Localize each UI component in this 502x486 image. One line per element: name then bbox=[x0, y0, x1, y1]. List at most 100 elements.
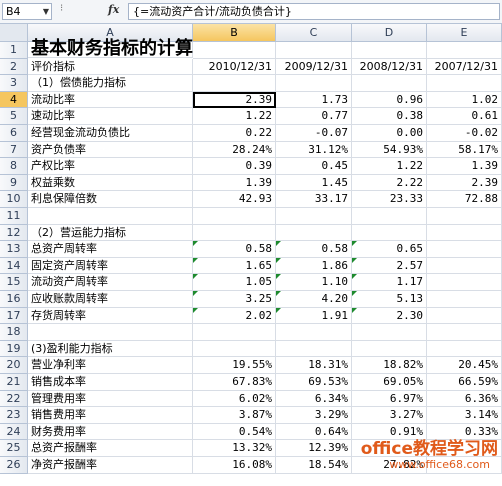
cell-a14[interactable]: 固定资产周转率 bbox=[28, 257, 193, 275]
cell-d11[interactable] bbox=[352, 208, 427, 225]
cell-e11[interactable] bbox=[427, 208, 502, 225]
cell-b3[interactable] bbox=[193, 75, 276, 92]
row-header-10[interactable]: 10 bbox=[0, 191, 28, 208]
cell-e3[interactable] bbox=[427, 75, 502, 92]
cell-a7[interactable]: 资产负债率 bbox=[28, 141, 193, 159]
cell-b6[interactable]: 0.22 bbox=[193, 125, 276, 142]
cell-c18[interactable] bbox=[276, 324, 352, 341]
row-header-8[interactable]: 8 bbox=[0, 158, 28, 175]
cell-a5[interactable]: 速动比率 bbox=[28, 108, 193, 125]
cell-e10[interactable]: 72.88 bbox=[427, 191, 502, 208]
cell-a16[interactable]: 应收账款周转率 bbox=[28, 291, 193, 308]
select-all-corner[interactable] bbox=[0, 24, 28, 42]
cell-e6[interactable]: -0.02 bbox=[427, 125, 502, 142]
cell-c7[interactable]: 31.12% bbox=[276, 141, 352, 159]
row-header-9[interactable]: 9 bbox=[0, 174, 28, 192]
row-header-26[interactable]: 26 bbox=[0, 457, 28, 474]
column-header-b[interactable]: B bbox=[193, 24, 276, 42]
cell-c1[interactable] bbox=[276, 42, 352, 59]
cell-a8[interactable]: 产权比率 bbox=[28, 158, 193, 175]
row-header-19[interactable]: 19 bbox=[0, 340, 28, 358]
cell-b23[interactable]: 3.87% bbox=[193, 407, 276, 424]
cell-c3[interactable] bbox=[276, 75, 352, 92]
column-header-c[interactable]: C bbox=[276, 24, 352, 42]
cell-c4[interactable]: 1.73 bbox=[276, 91, 352, 109]
cell-e17[interactable] bbox=[427, 307, 502, 325]
cell-c22[interactable]: 6.34% bbox=[276, 390, 352, 408]
cell-c19[interactable] bbox=[276, 340, 352, 358]
row-header-4[interactable]: 4 bbox=[0, 91, 28, 109]
name-box[interactable]: B4 ▼ bbox=[2, 3, 52, 20]
cell-d3[interactable] bbox=[352, 75, 427, 92]
cell-c21[interactable]: 69.53% bbox=[276, 374, 352, 391]
row-header-20[interactable]: 20 bbox=[0, 357, 28, 374]
cell-e12[interactable] bbox=[427, 224, 502, 242]
cell-e21[interactable]: 66.59% bbox=[427, 374, 502, 391]
cell-d9[interactable]: 2.22 bbox=[352, 174, 427, 192]
cell-c5[interactable]: 0.77 bbox=[276, 108, 352, 125]
cell-e22[interactable]: 6.36% bbox=[427, 390, 502, 408]
cell-d22[interactable]: 6.97% bbox=[352, 390, 427, 408]
cell-b9[interactable]: 1.39 bbox=[193, 174, 276, 192]
cell-a11[interactable] bbox=[28, 208, 193, 225]
cell-b14[interactable]: 1.65 bbox=[193, 257, 276, 275]
row-header-21[interactable]: 21 bbox=[0, 374, 28, 391]
cell-c15[interactable]: 1.10 bbox=[276, 274, 352, 291]
cell-d8[interactable]: 1.22 bbox=[352, 158, 427, 175]
cell-a17[interactable]: 存货周转率 bbox=[28, 307, 193, 325]
cell-a24[interactable]: 财务费用率 bbox=[28, 423, 193, 441]
cell-c10[interactable]: 33.17 bbox=[276, 191, 352, 208]
cell-a10[interactable]: 利息保障倍数 bbox=[28, 191, 193, 208]
row-header-18[interactable]: 18 bbox=[0, 324, 28, 341]
row-header-25[interactable]: 25 bbox=[0, 440, 28, 457]
cell-c24[interactable]: 0.64% bbox=[276, 423, 352, 441]
row-header-3[interactable]: 3 bbox=[0, 75, 28, 92]
cell-a12[interactable]: （2）营运能力指标 bbox=[28, 224, 193, 242]
cell-b22[interactable]: 6.02% bbox=[193, 390, 276, 408]
cell-e20[interactable]: 20.45% bbox=[427, 357, 502, 374]
cell-a18[interactable] bbox=[28, 324, 193, 341]
cell-c17[interactable]: 1.91 bbox=[276, 307, 352, 325]
cell-e9[interactable]: 2.39 bbox=[427, 174, 502, 192]
cell-b4[interactable]: 2.39 bbox=[193, 91, 276, 109]
cell-c2[interactable]: 2009/12/31 bbox=[276, 58, 352, 76]
cell-c12[interactable] bbox=[276, 224, 352, 242]
column-header-d[interactable]: D bbox=[352, 24, 427, 42]
row-header-6[interactable]: 6 bbox=[0, 125, 28, 142]
cell-c16[interactable]: 4.20 bbox=[276, 291, 352, 308]
cell-b17[interactable]: 2.02 bbox=[193, 307, 276, 325]
cell-c9[interactable]: 1.45 bbox=[276, 174, 352, 192]
cell-a9[interactable]: 权益乘数 bbox=[28, 174, 193, 192]
cell-a25[interactable]: 总资产报酬率 bbox=[28, 440, 193, 457]
cell-d18[interactable] bbox=[352, 324, 427, 341]
row-header-13[interactable]: 13 bbox=[0, 241, 28, 258]
cell-a15[interactable]: 流动资产周转率 bbox=[28, 274, 193, 291]
cell-b12[interactable] bbox=[193, 224, 276, 242]
row-header-1[interactable]: 1 bbox=[0, 42, 28, 59]
cell-a3[interactable]: （1）偿债能力指标 bbox=[28, 75, 193, 92]
cell-d15[interactable]: 1.17 bbox=[352, 274, 427, 291]
cell-d10[interactable]: 23.33 bbox=[352, 191, 427, 208]
cell-a22[interactable]: 管理费用率 bbox=[28, 390, 193, 408]
cell-c11[interactable] bbox=[276, 208, 352, 225]
cell-d7[interactable]: 54.93% bbox=[352, 141, 427, 159]
cell-b11[interactable] bbox=[193, 208, 276, 225]
cell-b16[interactable]: 3.25 bbox=[193, 291, 276, 308]
cell-c26[interactable]: 18.54% bbox=[276, 457, 352, 474]
cell-c23[interactable]: 3.29% bbox=[276, 407, 352, 424]
cell-b8[interactable]: 0.39 bbox=[193, 158, 276, 175]
cell-e7[interactable]: 58.17% bbox=[427, 141, 502, 159]
cell-e1[interactable] bbox=[427, 42, 502, 59]
cell-a19[interactable]: (3)盈利能力指标 bbox=[28, 340, 193, 358]
cell-e23[interactable]: 3.14% bbox=[427, 407, 502, 424]
cell-e14[interactable] bbox=[427, 257, 502, 275]
cell-c8[interactable]: 0.45 bbox=[276, 158, 352, 175]
row-header-15[interactable]: 15 bbox=[0, 274, 28, 291]
cell-d5[interactable]: 0.38 bbox=[352, 108, 427, 125]
cell-e5[interactable]: 0.61 bbox=[427, 108, 502, 125]
row-header-17[interactable]: 17 bbox=[0, 307, 28, 325]
cell-c13[interactable]: 0.58 bbox=[276, 241, 352, 258]
cell-c6[interactable]: -0.07 bbox=[276, 125, 352, 142]
cell-e13[interactable] bbox=[427, 241, 502, 258]
row-header-23[interactable]: 23 bbox=[0, 407, 28, 424]
